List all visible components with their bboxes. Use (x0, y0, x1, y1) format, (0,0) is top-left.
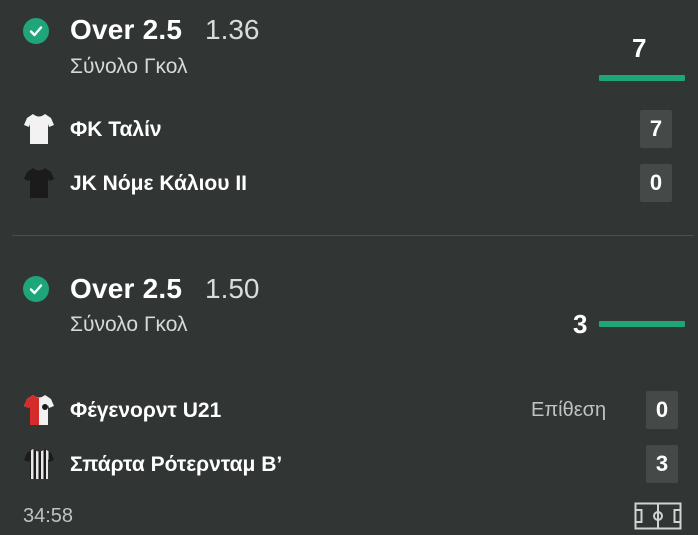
match-time: 34:58 (23, 505, 74, 527)
team-score: 0 (646, 391, 678, 429)
market-subtitle: Σύνολο Γκολ (70, 55, 188, 78)
market-odds[interactable]: 1.36 (205, 14, 260, 46)
team-name: Σπάρτα Ρότερνταμ Β’ (70, 453, 283, 476)
check-icon (23, 18, 49, 44)
market-title: Over 2.5 (70, 273, 183, 304)
total-score: 7 (632, 33, 647, 63)
progress-bar (599, 321, 685, 327)
market-subtitle: Σύνολο Γκολ (70, 313, 188, 336)
team-score: 7 (640, 110, 672, 148)
team-name: ΦΚ Ταλίν (70, 118, 162, 141)
team-name: Φέγενορντ U21 (70, 399, 222, 422)
pitch-icon[interactable] (634, 502, 682, 535)
team-score: 3 (646, 445, 678, 483)
black-shirt-icon (23, 166, 55, 205)
attack-label: Επίθεση (531, 399, 607, 421)
team-name: JK Νόμε Κάλιου II (70, 172, 247, 195)
total-score: 3 (573, 309, 588, 339)
progress-bar (599, 75, 685, 81)
black-white-striped-shirt-icon (23, 447, 55, 486)
divider (12, 235, 694, 236)
white-shirt-icon (23, 112, 55, 151)
check-icon (23, 276, 49, 302)
market-title: Over 2.5 (70, 14, 183, 45)
team-score: 0 (640, 164, 672, 202)
red-white-shirt-icon (23, 393, 55, 432)
market-odds[interactable]: 1.50 (205, 273, 260, 305)
